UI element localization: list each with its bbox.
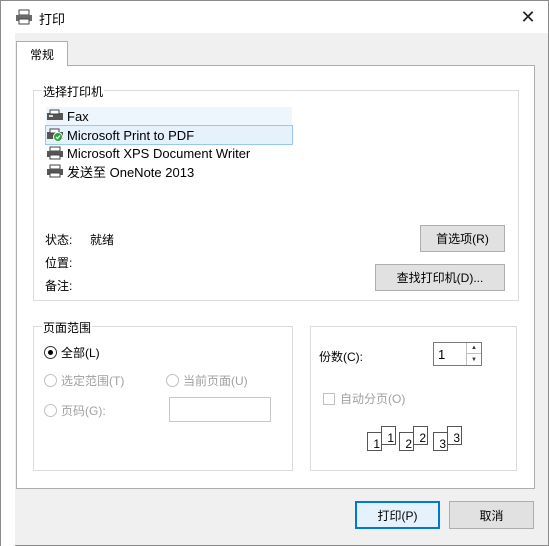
print-button[interactable]: 打印(P) [355, 501, 440, 529]
radio-current-page[interactable]: 当前页面(U) [166, 372, 248, 389]
copies-value: 1 [438, 347, 446, 362]
default-printer-icon [46, 128, 64, 142]
printer-group-legend: 选择打印机 [42, 83, 105, 100]
radio-current-page-label: 当前页面(U) [183, 374, 248, 388]
collate-page-icon: 2 [413, 426, 428, 445]
radio-pages[interactable]: 页码(G): [44, 402, 106, 419]
location-label: 位置: [45, 256, 73, 270]
close-icon: ✕ [520, 6, 536, 27]
preferences-button-label: 首选项(R) [436, 232, 489, 246]
collate-page-icon: 1 [367, 432, 382, 451]
printer-name: Fax [67, 108, 89, 124]
radio-all[interactable]: 全部(L) [44, 344, 100, 361]
print-dialog: 打印 ✕ 常规 选择打印机 Fax Microsoft Print to PDF… [0, 0, 549, 546]
radio-dot [166, 374, 179, 387]
radio-dot [44, 346, 57, 359]
printer-icon [46, 164, 64, 178]
printer-item-onenote-2013[interactable]: 发送至 OneNote 2013 [46, 162, 194, 180]
decrement-button[interactable]: ▼ [467, 354, 481, 365]
find-printer-button-label: 查找打印机(D)... [396, 271, 484, 285]
radio-pages-label: 页码(G): [61, 404, 106, 418]
collate-checkbox[interactable]: 自动分页(O) [323, 390, 405, 407]
radio-dot [44, 374, 57, 387]
collate-page-icon: 3 [447, 426, 462, 445]
cancel-button[interactable]: 取消 [449, 501, 534, 529]
radio-selection[interactable]: 选定范围(T) [44, 372, 124, 389]
radio-selection-label: 选定范围(T) [61, 374, 125, 388]
find-printer-button[interactable]: 查找打印机(D)... [375, 264, 505, 291]
status-label: 状态: [45, 233, 73, 247]
collate-label: 自动分页(O) [340, 392, 406, 406]
preferences-button[interactable]: 首选项(R) [420, 225, 505, 252]
print-button-label: 打印(P) [377, 508, 418, 523]
close-button[interactable]: ✕ [516, 5, 540, 29]
printer-name: Microsoft Print to PDF [67, 127, 195, 143]
title-bar: 打印 ✕ [1, 1, 548, 33]
printer-name: 发送至 OneNote 2013 [67, 164, 195, 180]
copies-label: 份数(C): [319, 350, 363, 364]
page-range-legend: 页面范围 [42, 319, 93, 336]
printer-name: Microsoft XPS Document Writer [67, 145, 251, 161]
checkbox-box [323, 392, 335, 405]
radio-all-label: 全部(L) [61, 346, 100, 360]
spin-buttons: ▲ ▼ [466, 343, 481, 365]
printer-list[interactable]: Fax Microsoft Print to PDF Microsoft XPS… [45, 107, 294, 181]
copies-stepper[interactable]: 1 ▲ ▼ [433, 342, 482, 366]
cancel-button-label: 取消 [479, 508, 504, 523]
window-title: 打印 [39, 12, 66, 27]
collate-page-icon: 3 [433, 432, 448, 451]
radio-dot [44, 404, 57, 417]
printer-item-microsoft-print-to-pdf[interactable]: Microsoft Print to PDF [45, 125, 293, 145]
tab-label: 常规 [29, 47, 54, 62]
printer-item-microsoft-xps-document-writer[interactable]: Microsoft XPS Document Writer [46, 144, 250, 162]
collate-page-icon: 1 [381, 426, 396, 445]
background-window-edge [1, 33, 15, 546]
increment-button[interactable]: ▲ [467, 343, 481, 354]
status-value: 就绪 [90, 233, 115, 247]
pages-input[interactable] [169, 397, 271, 422]
collate-page-icon: 2 [399, 432, 414, 451]
down-arrow-icon: ▼ [471, 356, 477, 363]
printer-icon [46, 146, 64, 160]
up-arrow-icon: ▲ [471, 345, 477, 351]
fax-icon [46, 109, 64, 123]
printer-icon [15, 9, 33, 25]
comment-label: 备注: [45, 279, 73, 293]
printer-item-fax[interactable]: Fax [46, 107, 292, 125]
tab-general[interactable]: 常规 [16, 41, 68, 66]
